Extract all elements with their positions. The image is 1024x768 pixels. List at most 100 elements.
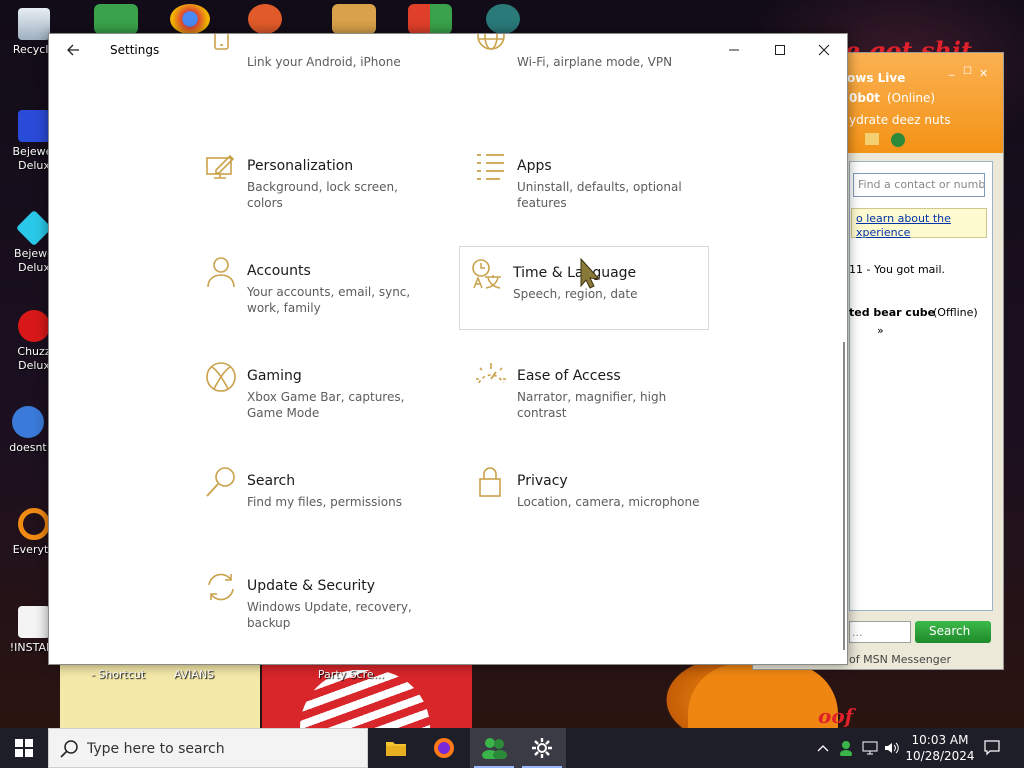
settings-tile-ease-of-access[interactable]: Ease of Access Narrator, magnifier, high…	[463, 349, 713, 433]
desktop-top-icon[interactable]	[486, 4, 520, 34]
msn-tray-icon	[840, 741, 852, 756]
close-button[interactable]	[801, 34, 847, 66]
back-button[interactable]	[57, 34, 89, 66]
desktop-icon-label: AVIANS	[173, 668, 215, 681]
clock-date: 10/28/2024	[905, 749, 975, 763]
desktop-icon-label: - Shortcut	[90, 668, 146, 681]
settings-tile-accounts[interactable]: Accounts Your accounts, email, sync, wor…	[193, 244, 443, 328]
desktop-top-icon[interactable]	[94, 4, 138, 34]
tile-description: Windows Update, recovery, backup	[247, 600, 412, 630]
document-icon	[18, 606, 50, 638]
msn-maximize-icon[interactable]: ☐	[963, 66, 972, 77]
msn-status[interactable]: (Online)	[887, 91, 935, 105]
action-center-button[interactable]	[980, 728, 1004, 768]
desktop-icon-shortcut[interactable]: - Shortcut	[88, 668, 148, 682]
tile-title: Gaming	[247, 368, 302, 384]
scrollbar[interactable]	[843, 342, 845, 650]
msn-contact-name[interactable]: ted bear cube	[849, 306, 935, 319]
network-icon	[862, 741, 878, 755]
tile-title: Apps	[517, 158, 552, 174]
msn-find-contact-input[interactable]: Find a contact or numbe	[853, 173, 985, 197]
recycle-bin-icon	[18, 8, 50, 40]
person-icon	[207, 257, 235, 288]
settings-tile-gaming[interactable]: Gaming Xbox Game Bar, captures, Game Mod…	[193, 349, 443, 433]
settings-tile-personalization[interactable]: Personalization Background, lock screen,…	[193, 139, 443, 223]
apps-list-icon	[477, 154, 504, 180]
folder-icon	[386, 742, 406, 756]
tray-msn[interactable]	[836, 728, 856, 768]
taskbar-search[interactable]	[48, 728, 368, 768]
settings-tile-network[interactable]: Wi-Fi, airplane mode, VPN	[463, 34, 713, 98]
search-icon	[60, 740, 78, 758]
tile-description: Narrator, magnifier, high contrast	[517, 390, 667, 420]
chevron-up-icon	[817, 745, 829, 752]
msn-minimize-icon[interactable]: _	[949, 63, 955, 76]
settings-tile-time-language[interactable]: Time & Language Speech, region, date	[459, 246, 709, 330]
desktop-top-icon[interactable]	[332, 4, 376, 34]
msn-title: ows Live	[847, 71, 906, 85]
msn-web-search-input[interactable]: ...	[849, 621, 911, 643]
settings-window[interactable]: Settings Link your Android, iPhone Wi-Fi…	[48, 33, 848, 665]
msn-close-icon[interactable]: ✕	[979, 67, 988, 80]
show-hidden-icons[interactable]	[814, 728, 832, 768]
desktop-icon-label: Party Scre...	[317, 668, 385, 681]
taskbar-msn-messenger[interactable]	[470, 728, 518, 768]
start-button[interactable]	[0, 728, 48, 768]
msn-mail-notice[interactable]: 11 - You got mail.	[849, 263, 945, 276]
gear-icon	[532, 738, 552, 758]
tile-description: Find my files, permissions	[247, 495, 402, 509]
maximize-icon	[775, 45, 785, 55]
desktop-top-icon[interactable]	[408, 4, 452, 34]
msn-contact-status: (Offline)	[933, 306, 978, 319]
settings-tile-apps[interactable]: Apps Uninstall, defaults, optional featu…	[463, 139, 713, 223]
settings-tile-search[interactable]: Search Find my files, permissions	[193, 454, 443, 538]
tile-description: Your accounts, email, sync, work, family	[247, 285, 411, 315]
tray-network[interactable]	[860, 728, 880, 768]
msn-more-icon[interactable]: »	[877, 324, 884, 337]
bejeweled-icon	[18, 110, 50, 142]
time-language-icon	[472, 259, 501, 289]
settings-tile-privacy[interactable]: Privacy Location, camera, microphone	[463, 454, 713, 538]
msn-search-button[interactable]: Search	[915, 621, 991, 643]
msn-buddy-icon	[482, 738, 507, 759]
desktop-icon-avians[interactable]: AVIANS	[164, 668, 224, 682]
tile-title: Update & Security	[247, 578, 376, 594]
search-input[interactable]	[87, 737, 357, 761]
taskbar-clock[interactable]: 10:03 AM 10/28/2024	[902, 732, 978, 764]
settings-tile-update-security[interactable]: Update & Security Windows Update, recove…	[193, 559, 443, 643]
msn-username[interactable]: 0b0t	[849, 91, 880, 105]
tray-volume[interactable]	[882, 728, 902, 768]
firefox-icon	[434, 738, 454, 758]
tile-description: Speech, region, date	[513, 287, 638, 301]
msn-footer: of MSN Messenger	[849, 653, 952, 666]
tile-title: Ease of Access	[517, 368, 621, 384]
windows-logo-icon	[15, 739, 33, 757]
taskbar-firefox[interactable]	[420, 728, 468, 768]
sync-icon	[208, 573, 234, 601]
msn-learn-link[interactable]: o learn about the xperience	[851, 208, 987, 239]
taskbar: 10:03 AM 10/28/2024	[0, 728, 1024, 768]
title-bar[interactable]: Settings	[49, 34, 847, 66]
taskbar-settings[interactable]	[518, 728, 566, 768]
tile-description: Location, camera, microphone	[517, 495, 700, 509]
settings-tile-phone[interactable]: Link your Android, iPhone	[193, 34, 443, 98]
thunderbird-icon	[12, 406, 44, 438]
desktop-top-icon[interactable]	[248, 4, 282, 34]
msn-toolbar-icon[interactable]	[891, 133, 905, 147]
minimize-button[interactable]	[711, 34, 757, 66]
msn-personal-message[interactable]: ydrate deez nuts	[849, 113, 951, 127]
search-icon	[206, 467, 235, 497]
chrome-icon[interactable]	[170, 4, 210, 34]
notification-icon	[984, 740, 1000, 756]
tile-title: Search	[247, 473, 296, 489]
phone-icon	[214, 34, 229, 50]
tile-description: Uninstall, defaults, optional features	[517, 180, 682, 210]
msn-toolbar-icon[interactable]	[865, 133, 879, 145]
maximize-button[interactable]	[757, 34, 803, 66]
taskbar-file-explorer[interactable]	[372, 728, 420, 768]
personalization-icon	[206, 154, 235, 179]
clock-time: 10:03 AM	[911, 733, 969, 747]
everything-search-icon	[18, 508, 50, 540]
globe-icon	[477, 34, 505, 50]
desktop-icon-party-screen[interactable]: Party Scre...	[316, 668, 386, 682]
